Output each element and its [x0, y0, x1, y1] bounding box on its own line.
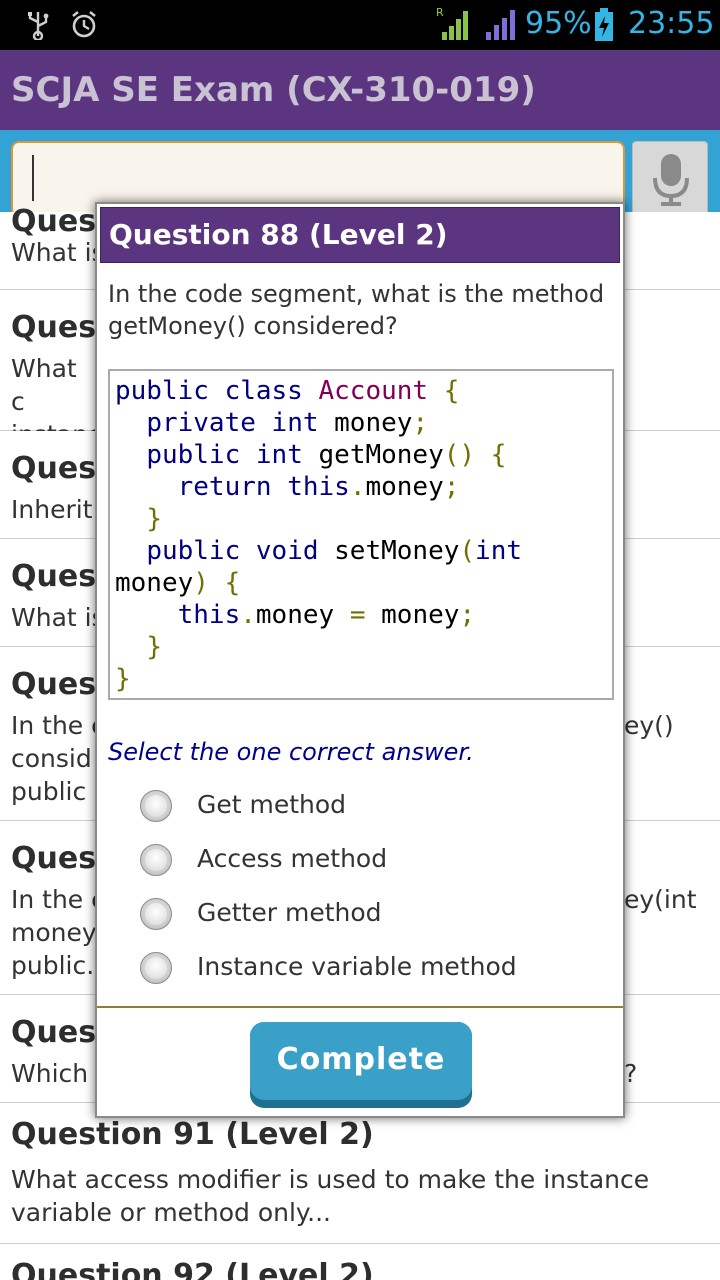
battery-percent: 95%: [525, 6, 592, 41]
radio-button[interactable]: [140, 952, 172, 984]
code-line: return this.money;: [177, 472, 460, 502]
signal-icon: [484, 8, 520, 46]
list-item-title: Ques: [11, 204, 97, 239]
battery-charging-icon: [594, 8, 614, 46]
app-title: SCJA SE Exam (CX-310-019): [11, 70, 536, 110]
list-item-title: Question 92 (Level 2): [11, 1258, 374, 1280]
voice-search-button[interactable]: [632, 141, 708, 217]
code-line: }: [115, 664, 131, 694]
complete-button-label: Complete: [276, 1042, 446, 1077]
list-item[interactable]: Question 91 (Level 2) What access modifi…: [0, 1103, 720, 1244]
list-item-title: Ques: [11, 451, 97, 486]
signal-roaming-icon: R: [436, 6, 474, 46]
answer-option[interactable]: Instance variable method: [137, 946, 597, 990]
code-block: public class Account { private int money…: [108, 369, 614, 700]
question-dialog: Question 88 (Level 2) In the code segmen…: [95, 202, 625, 1118]
radio-button[interactable]: [140, 790, 172, 822]
answer-option[interactable]: Access method: [137, 838, 597, 882]
answer-option[interactable]: Get method: [137, 784, 597, 828]
screen: R 95% 23:55 SCJA SE Exam (CX-310-019) Qu…: [0, 0, 720, 1280]
clock: 23:55: [628, 6, 715, 41]
text-caret: [32, 155, 34, 201]
answer-option-label: Instance variable method: [197, 952, 517, 981]
usb-icon: [26, 10, 50, 44]
microphone-icon: [651, 152, 691, 212]
dialog-header: Question 88 (Level 2): [100, 207, 620, 263]
code-line: }: [146, 504, 162, 534]
code-line: public class Account {: [115, 376, 460, 406]
list-item-title: Ques: [11, 1015, 97, 1050]
list-item-title: Ques: [11, 841, 97, 876]
list-item-title: Ques: [11, 667, 97, 702]
list-item[interactable]: Question 92 (Level 2): [0, 1244, 720, 1280]
answer-option-label: Get method: [197, 790, 347, 819]
list-item-desc: ey(int: [624, 885, 697, 914]
code-line: private int money;: [146, 408, 429, 438]
divider: [97, 1006, 623, 1008]
answer-option[interactable]: Getter method: [137, 892, 597, 936]
list-item-desc: What access modifier is used to make the…: [11, 1165, 650, 1227]
dialog-title: Question 88 (Level 2): [109, 218, 448, 251]
action-bar: SCJA SE Exam (CX-310-019): [0, 50, 720, 130]
roaming-indicator: R: [436, 6, 444, 19]
radio-button[interactable]: [140, 898, 172, 930]
list-item-title: Ques: [11, 559, 97, 594]
answer-option-label: Access method: [197, 844, 388, 873]
code-line: money) {: [115, 568, 241, 598]
radio-button[interactable]: [140, 844, 172, 876]
question-text: In the code segment, what is the method …: [108, 280, 605, 340]
code-line: this.money = money;: [177, 600, 476, 630]
list-item-title: Ques: [11, 310, 97, 345]
list-item-desc: ?: [624, 1059, 638, 1088]
list-item-title: Question 91 (Level 2): [11, 1117, 374, 1152]
complete-button[interactable]: Complete: [250, 1022, 472, 1108]
complete-button-face: Complete: [250, 1022, 472, 1100]
code-line: public int getMoney() {: [146, 440, 507, 470]
list-item-desc: ey(): [624, 711, 674, 740]
answer-instruction: Select the one correct answer.: [108, 738, 474, 766]
alarm-icon: [70, 10, 98, 44]
code-line: public void setMoney(int: [146, 536, 523, 566]
status-bar: R 95% 23:55: [0, 0, 720, 50]
answer-option-label: Getter method: [197, 898, 382, 927]
code-line: }: [146, 632, 162, 662]
